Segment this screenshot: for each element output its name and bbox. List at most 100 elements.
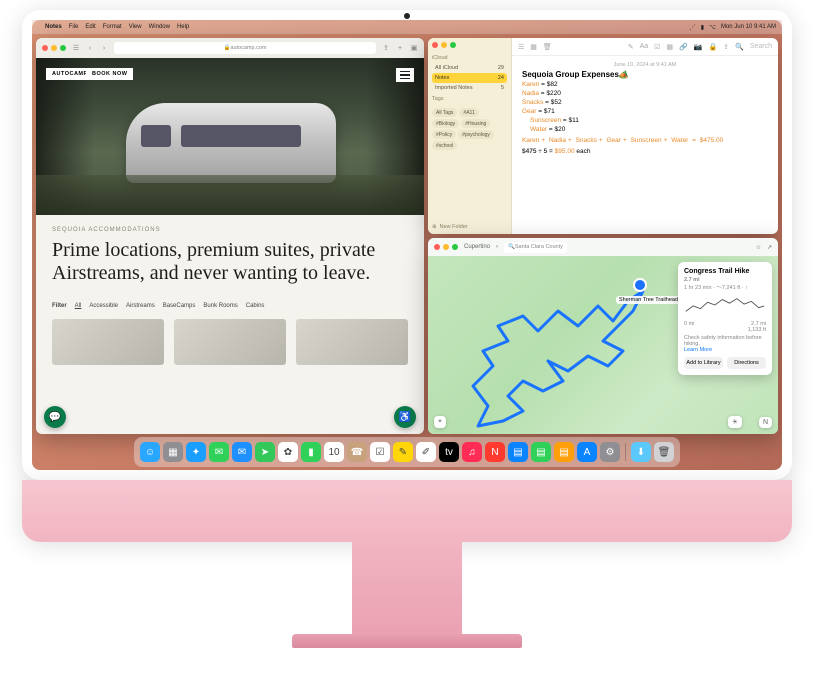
dock-icon-facetime[interactable]: ▮ (301, 442, 321, 462)
tag-chip[interactable]: #Housing (461, 119, 490, 128)
dock-icon-pages[interactable]: ▤ (554, 442, 574, 462)
route-icon[interactable]: ↗ (767, 244, 772, 251)
menubar-item[interactable]: File (69, 24, 79, 30)
filter-tab[interactable]: Bunk Rooms (203, 303, 237, 309)
menubar-item[interactable]: Help (177, 24, 189, 30)
dock-icon-appstore[interactable]: A (577, 442, 597, 462)
filter-tab[interactable]: Airstreams (126, 303, 155, 309)
tag-chip[interactable]: #A11 (459, 108, 478, 117)
maps-search-field[interactable]: 🔍 Santa Clara County (504, 242, 567, 253)
map-canvas[interactable]: Sherman Tree Trailhead Congress Trail Hi… (428, 256, 778, 434)
tag-chip[interactable]: All Tags (432, 108, 457, 117)
menubar-item[interactable]: View (129, 24, 142, 30)
menubar-item[interactable]: Edit (85, 24, 95, 30)
dock-icon-mail[interactable]: ✉ (232, 442, 252, 462)
back-icon[interactable]: ‹ (86, 44, 94, 52)
tag-chip[interactable]: #school (432, 141, 457, 150)
tag-chip[interactable]: #Policy (432, 130, 456, 139)
close-button[interactable] (434, 244, 440, 250)
listing-card[interactable] (296, 319, 408, 365)
format-icon[interactable]: Aa (640, 43, 649, 50)
dock-icon-music[interactable]: ♫ (462, 442, 482, 462)
zoom-button[interactable] (60, 45, 66, 51)
book-now-button[interactable]: BOOK NOW (86, 68, 133, 80)
search-field-placeholder[interactable]: Search (750, 43, 772, 50)
directions-button[interactable]: Directions (727, 357, 766, 369)
dock-icon-numbers[interactable]: ▤ (531, 442, 551, 462)
close-button[interactable] (42, 45, 48, 51)
accessibility-fab-icon[interactable]: ♿ (394, 406, 416, 428)
list-view-icon[interactable]: ☰ (518, 43, 524, 51)
tag-chip[interactable]: #psychology (458, 130, 494, 139)
minimize-button[interactable] (441, 42, 447, 48)
hamburger-menu-icon[interactable] (396, 68, 414, 82)
compass-icon[interactable]: N (759, 417, 772, 428)
chat-fab-icon[interactable]: 💬 (44, 406, 66, 428)
dock-icon-contacts[interactable]: ☎ (347, 442, 367, 462)
sidebar-item-all-icloud[interactable]: All iCloud 29 (432, 63, 507, 73)
dock-icon-maps[interactable]: ➤ (255, 442, 275, 462)
dock-icon-reminders[interactable]: ☑ (370, 442, 390, 462)
sidebar-item-imported[interactable]: Imported Notes 5 (432, 83, 507, 93)
delete-note-icon[interactable]: 🗑 (543, 43, 552, 51)
dock-icon-safari[interactable]: ✦ (186, 442, 206, 462)
filter-tab[interactable]: Accessible (89, 303, 118, 309)
minimize-button[interactable] (51, 45, 57, 51)
menubar-item[interactable]: Format (103, 24, 122, 30)
dock-icon-tv[interactable]: tv (439, 442, 459, 462)
dock-icon-messages[interactable]: ✉ (209, 442, 229, 462)
battery-icon[interactable]: ▮ (701, 24, 704, 31)
forward-icon[interactable]: › (100, 44, 108, 52)
map-pin-label[interactable]: Sherman Tree Trailhead (616, 296, 681, 304)
dock-icon-notes[interactable]: ✎ (393, 442, 413, 462)
close-button[interactable] (432, 42, 438, 48)
menubar-item[interactable]: Window (149, 24, 170, 30)
url-field[interactable]: 🔒 autocamp.com (114, 42, 376, 54)
tabs-icon[interactable]: ▣ (410, 44, 418, 52)
note-body[interactable]: June 10, 2024 at 9:41 AM Sequoia Group E… (512, 56, 778, 161)
dock-icon-trash[interactable]: 🗑 (654, 442, 674, 462)
map-pin-icon[interactable] (633, 278, 647, 292)
menubar-app-name[interactable]: Notes (45, 24, 62, 30)
zoom-button[interactable] (450, 42, 456, 48)
learn-more-link[interactable]: Learn More (684, 347, 766, 353)
dock-icon-calendar[interactable]: 10 (324, 442, 344, 462)
wifi-icon[interactable]: ⋰ (690, 24, 696, 31)
search-icon[interactable]: 🔍 (735, 43, 744, 51)
table-icon[interactable]: ▦ (666, 43, 673, 51)
zoom-button[interactable] (452, 244, 458, 250)
dock-icon-photos[interactable]: ✿ (278, 442, 298, 462)
share-icon[interactable]: ⇪ (382, 44, 390, 52)
map-mode-toggle[interactable]: ☀ (728, 416, 742, 428)
lock-icon[interactable]: 🔒 (709, 43, 718, 51)
listing-card[interactable] (174, 319, 286, 365)
dock-icon-finder[interactable]: ☺ (140, 442, 160, 462)
bookmark-icon[interactable]: ☆ (756, 244, 761, 251)
new-tab-icon[interactable]: + (396, 44, 404, 52)
checklist-icon[interactable]: ☑ (654, 43, 660, 51)
sidebar-item-notes[interactable]: Notes 24 (432, 73, 507, 83)
sidebar-toggle-icon[interactable]: ☰ (72, 44, 80, 52)
share-icon[interactable]: ⇪ (723, 43, 729, 51)
tag-chip[interactable]: #Biology (432, 119, 459, 128)
menubar-datetime[interactable]: Mon Jun 10 9:41 AM (721, 24, 776, 30)
dock-icon-settings[interactable]: ⚙ (600, 442, 620, 462)
add-to-library-button[interactable]: Add to Library (684, 357, 723, 369)
dock-icon-keynote[interactable]: ▤ (508, 442, 528, 462)
dock-icon-news[interactable]: N (485, 442, 505, 462)
dock-icon-downloads[interactable]: ⬇ (631, 442, 651, 462)
current-location-label[interactable]: Cupertino (464, 244, 490, 250)
dock-icon-launchpad[interactable]: ▦ (163, 442, 183, 462)
filter-tab[interactable]: BaseCamps (163, 303, 196, 309)
dock-icon-freeform[interactable]: ✐ (416, 442, 436, 462)
link-icon[interactable]: 🔗 (679, 43, 688, 51)
filter-tab[interactable]: Cabins (246, 303, 265, 309)
media-icon[interactable]: 📷 (694, 43, 703, 51)
listing-card[interactable] (52, 319, 164, 365)
control-center-icon[interactable]: ⌥ (709, 24, 716, 31)
locate-me-icon[interactable]: ⌖ (434, 416, 446, 428)
filter-tab[interactable]: All (75, 303, 82, 309)
new-folder-button[interactable]: ⊕ New Folder (432, 224, 507, 230)
minimize-button[interactable] (443, 244, 449, 250)
grid-view-icon[interactable]: ▦ (530, 43, 537, 51)
